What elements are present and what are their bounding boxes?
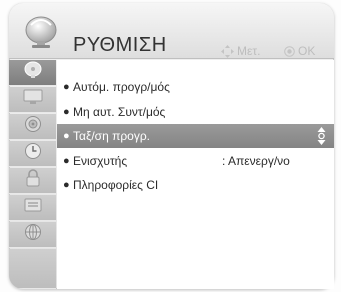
- menu-item-label: Αυτόμ. προγρ/μός: [73, 80, 170, 94]
- sidebar-item-audio[interactable]: [9, 114, 56, 140]
- menu-header: ΡΥΘΜΙΣΗ Μετ. OK: [9, 3, 334, 59]
- tv-setup-icon: [23, 15, 59, 49]
- bullet-icon: ●: [63, 179, 70, 191]
- setup-menu-osd: ΡΥΘΜΙΣΗ Μετ. OK ● Αυτόμ. προγρ/μός ● Μη …: [0, 0, 341, 292]
- clock-icon: [24, 142, 42, 165]
- ok-hint-label: OK: [298, 44, 316, 58]
- sidebar-item-lock[interactable]: [9, 168, 56, 194]
- arrows-icon: [221, 44, 234, 58]
- bullet-icon: ●: [63, 81, 70, 93]
- ok-button-icon: [284, 45, 295, 57]
- menu-item-program-edit[interactable]: ● Ταξ/ση προγρ.: [57, 124, 334, 148]
- menu-item-label: Ενισχυτής: [73, 154, 128, 168]
- network-icon: [24, 223, 42, 246]
- sidebar-item-options[interactable]: [9, 195, 56, 221]
- menu-item-label: Ταξ/ση προγρ.: [73, 129, 151, 143]
- menu-item-label: Μη αυτ. Συντ/μός: [73, 105, 166, 119]
- ok-hint: OK: [284, 44, 315, 58]
- menu-item-manual-tuning[interactable]: ● Μη αυτ. Συντ/μός: [63, 100, 328, 124]
- move-hint-label: Μετ.: [237, 44, 261, 58]
- sidebar-item-time[interactable]: [9, 141, 56, 167]
- page-title: ΡΥΘΜΙΣΗ: [73, 34, 167, 56]
- audio-icon: [24, 115, 42, 138]
- satellite-dish-icon: [23, 61, 43, 84]
- sidebar-filler: [9, 249, 56, 289]
- bullet-icon: ●: [63, 155, 70, 167]
- sidebar-item-picture[interactable]: [9, 87, 56, 113]
- category-sidebar: [9, 60, 56, 289]
- menu-item-auto-tuning[interactable]: ● Αυτόμ. προγρ/μός: [63, 75, 328, 99]
- booster-value: : Απενεργ/νο: [222, 154, 290, 168]
- menu-content: ● Αυτόμ. προγρ/μός ● Μη αυτ. Συντ/μός ● …: [57, 60, 334, 289]
- menu-item-label: Πληροφορίες CI: [73, 178, 159, 192]
- bullet-icon: ●: [63, 130, 70, 142]
- lock-icon: [25, 169, 41, 192]
- menu-item-booster[interactable]: ● Ενισχυτής : Απενεργ/νο: [63, 149, 328, 173]
- bullet-icon: ●: [63, 106, 70, 118]
- up-down-arrows-icon: [317, 127, 326, 145]
- picture-icon: [23, 89, 43, 110]
- menu-item-ci-info[interactable]: ● Πληροφορίες CI: [63, 173, 328, 197]
- options-icon: [24, 197, 42, 218]
- sidebar-item-setup[interactable]: [9, 60, 56, 86]
- sidebar-item-network[interactable]: [9, 222, 56, 248]
- move-hint: Μετ.: [221, 44, 260, 58]
